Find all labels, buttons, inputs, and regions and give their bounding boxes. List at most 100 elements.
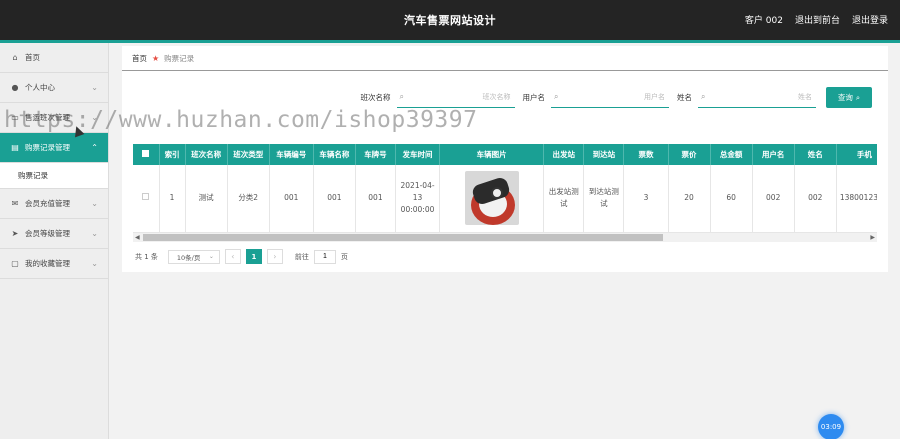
column-header: 车辆编号 bbox=[269, 144, 314, 165]
column-header: 姓名 bbox=[794, 144, 837, 165]
sidebar-item-label: 会员充值管理 bbox=[25, 199, 70, 208]
search-icon: ⌕ bbox=[701, 92, 706, 101]
search-button[interactable]: 查询 ⌕ bbox=[826, 87, 872, 108]
star-icon: ★ bbox=[152, 53, 160, 63]
cell-total: 60 bbox=[710, 165, 753, 233]
top-bar: 汽车售票网站设计 客户 002 退出到前台 退出登录 bbox=[0, 0, 900, 40]
cell-plate: 001 bbox=[355, 165, 396, 233]
cell-price: 20 bbox=[668, 165, 711, 233]
scroll-left-arrow-icon[interactable]: ◀ bbox=[135, 233, 140, 242]
search-icon: ⌕ bbox=[399, 92, 404, 101]
breadcrumb: 首页 ★ 购票记录 bbox=[122, 46, 888, 71]
realname-input[interactable] bbox=[722, 93, 812, 101]
ticket-icon: ▤ bbox=[11, 143, 19, 152]
cell-phone: 13800123456 bbox=[836, 165, 877, 233]
current-page-button[interactable]: 1 bbox=[245, 249, 262, 264]
column-header: 手机 bbox=[836, 144, 877, 165]
cell-index: 1 bbox=[159, 165, 186, 233]
vehicle-image[interactable] bbox=[464, 171, 519, 226]
header-accent-line bbox=[0, 40, 900, 43]
row-checkbox[interactable] bbox=[142, 193, 150, 201]
column-header: 索引 bbox=[159, 144, 186, 165]
row-select-cell[interactable] bbox=[133, 165, 160, 233]
page-unit-label: 页 bbox=[340, 252, 348, 261]
cell-schedule-type: 分类2 bbox=[227, 165, 270, 233]
goto-page-input[interactable] bbox=[313, 249, 336, 264]
column-header: 班次名称 bbox=[185, 144, 228, 165]
realname-field: ⌕ bbox=[698, 87, 816, 108]
cell-vehicle-image bbox=[439, 165, 545, 233]
column-header: 车辆图片 bbox=[439, 144, 545, 165]
chevron-down-icon: ⌄ bbox=[91, 199, 98, 208]
back-to-front-link[interactable]: 退出到前台 bbox=[795, 13, 840, 26]
breadcrumb-home[interactable]: 首页 bbox=[132, 53, 147, 64]
sidebar: ⌂ 首页 ● 个人中心 ⌄ ▭ 售运班次管理 ⌄ ▤ 购票记录管理 ⌃ 购票记录… bbox=[0, 43, 109, 439]
chevron-up-icon: ⌃ bbox=[91, 143, 98, 152]
column-header: 出发站 bbox=[543, 144, 585, 165]
table-row: 1 测试 分类2 001 001 001 2021-04-13 00:00:00 bbox=[133, 165, 877, 233]
scrollbar-thumb[interactable] bbox=[143, 234, 663, 241]
cell-depart-station: 出发站测试 bbox=[543, 165, 585, 233]
sidebar-item-ticket-records[interactable]: ▤ 购票记录管理 ⌃ bbox=[0, 133, 108, 163]
user-label[interactable]: 客户 002 bbox=[745, 13, 783, 26]
breadcrumb-current: 购票记录 bbox=[164, 53, 195, 63]
chevron-down-icon: ⌄ bbox=[91, 229, 98, 238]
column-header: 车牌号 bbox=[355, 144, 396, 165]
sidebar-item-favorites[interactable]: ▢ 我的收藏管理 ⌄ bbox=[0, 249, 108, 279]
cell-username: 002 bbox=[752, 165, 795, 233]
records-table: 索引 班次名称 班次类型 车辆编号 车辆名称 车牌号 发车时间 车辆图片 出发站… bbox=[133, 144, 877, 244]
cell-tickets: 3 bbox=[623, 165, 669, 233]
sidebar-item-label: 个人中心 bbox=[25, 83, 55, 92]
cell-depart-time: 2021-04-13 00:00:00 bbox=[395, 165, 441, 233]
column-header: 票价 bbox=[668, 144, 711, 165]
search-icon: ⌕ bbox=[554, 92, 559, 101]
user-icon: ● bbox=[11, 83, 19, 92]
column-header: 票数 bbox=[623, 144, 669, 165]
realname-label: 姓名 bbox=[677, 93, 692, 102]
table-header-row: 索引 班次名称 班次类型 车辆编号 车辆名称 车牌号 发车时间 车辆图片 出发站… bbox=[133, 144, 877, 165]
total-count: 共 1 条 bbox=[135, 252, 158, 261]
page-size-value: 10条/页 bbox=[176, 253, 201, 262]
column-header: 总金额 bbox=[710, 144, 753, 165]
schedule-name-label: 班次名称 bbox=[360, 93, 391, 102]
pagination: 共 1 条 10条/页 ⌄ ‹ 1 › 前往 页 bbox=[135, 249, 348, 264]
username-field: ⌕ bbox=[551, 87, 669, 108]
cell-schedule-name: 测试 bbox=[185, 165, 228, 233]
select-all-checkbox[interactable] bbox=[142, 150, 150, 157]
home-icon: ⌂ bbox=[12, 53, 18, 62]
logout-link[interactable]: 退出登录 bbox=[852, 13, 888, 26]
user-menu: 客户 002 退出到前台 退出登录 bbox=[745, 13, 888, 26]
page-size-select[interactable]: 10条/页 ⌄ bbox=[167, 249, 220, 264]
chat-icon: ▢ bbox=[11, 259, 19, 268]
sidebar-item-profile[interactable]: ● 个人中心 ⌄ bbox=[0, 73, 108, 103]
goto-label: 前往 bbox=[294, 252, 309, 261]
sidebar-item-member-level[interactable]: ➤ 会员等级管理 ⌄ bbox=[0, 219, 108, 249]
prev-page-button[interactable]: ‹ bbox=[224, 249, 241, 264]
cell-vehicle-name: 001 bbox=[313, 165, 356, 233]
mail-icon: ✉ bbox=[11, 199, 19, 208]
cell-vehicle-no: 001 bbox=[269, 165, 314, 233]
cell-arrive-station: 到达站测试 bbox=[583, 165, 625, 233]
sidebar-item-home[interactable]: ⌂ 首页 bbox=[0, 43, 108, 73]
sidebar-item-label: 购票记录管理 bbox=[25, 143, 70, 152]
schedule-name-input[interactable] bbox=[420, 93, 511, 101]
username-label: 用户名 bbox=[522, 93, 546, 102]
send-icon: ➤ bbox=[11, 229, 19, 238]
search-bar: 班次名称 ⌕ 用户名 ⌕ 姓名 ⌕ 查询 ⌕ bbox=[353, 87, 872, 108]
username-input[interactable] bbox=[575, 93, 665, 101]
sidebar-item-recharge[interactable]: ✉ 会员充值管理 ⌄ bbox=[0, 189, 108, 219]
sidebar-subitem-ticket-record[interactable]: 购票记录 bbox=[0, 163, 108, 189]
schedule-name-field: ⌕ bbox=[396, 87, 515, 108]
chevron-down-icon: ⌄ bbox=[91, 83, 98, 92]
sidebar-item-label: 我的收藏管理 bbox=[25, 259, 70, 268]
table-horizontal-scrollbar[interactable]: ◀ ▶ bbox=[133, 233, 877, 242]
column-header: 到达站 bbox=[583, 144, 625, 165]
floating-timer-button[interactable]: 03:09 bbox=[818, 414, 844, 439]
scroll-right-arrow-icon[interactable]: ▶ bbox=[870, 233, 875, 242]
column-header: 发车时间 bbox=[395, 144, 441, 165]
next-page-button[interactable]: › bbox=[266, 249, 283, 264]
chevron-down-icon: ⌄ bbox=[91, 259, 98, 268]
column-header: 车辆名称 bbox=[313, 144, 356, 165]
column-header: 用户名 bbox=[752, 144, 795, 165]
select-all-cell[interactable] bbox=[133, 144, 160, 165]
